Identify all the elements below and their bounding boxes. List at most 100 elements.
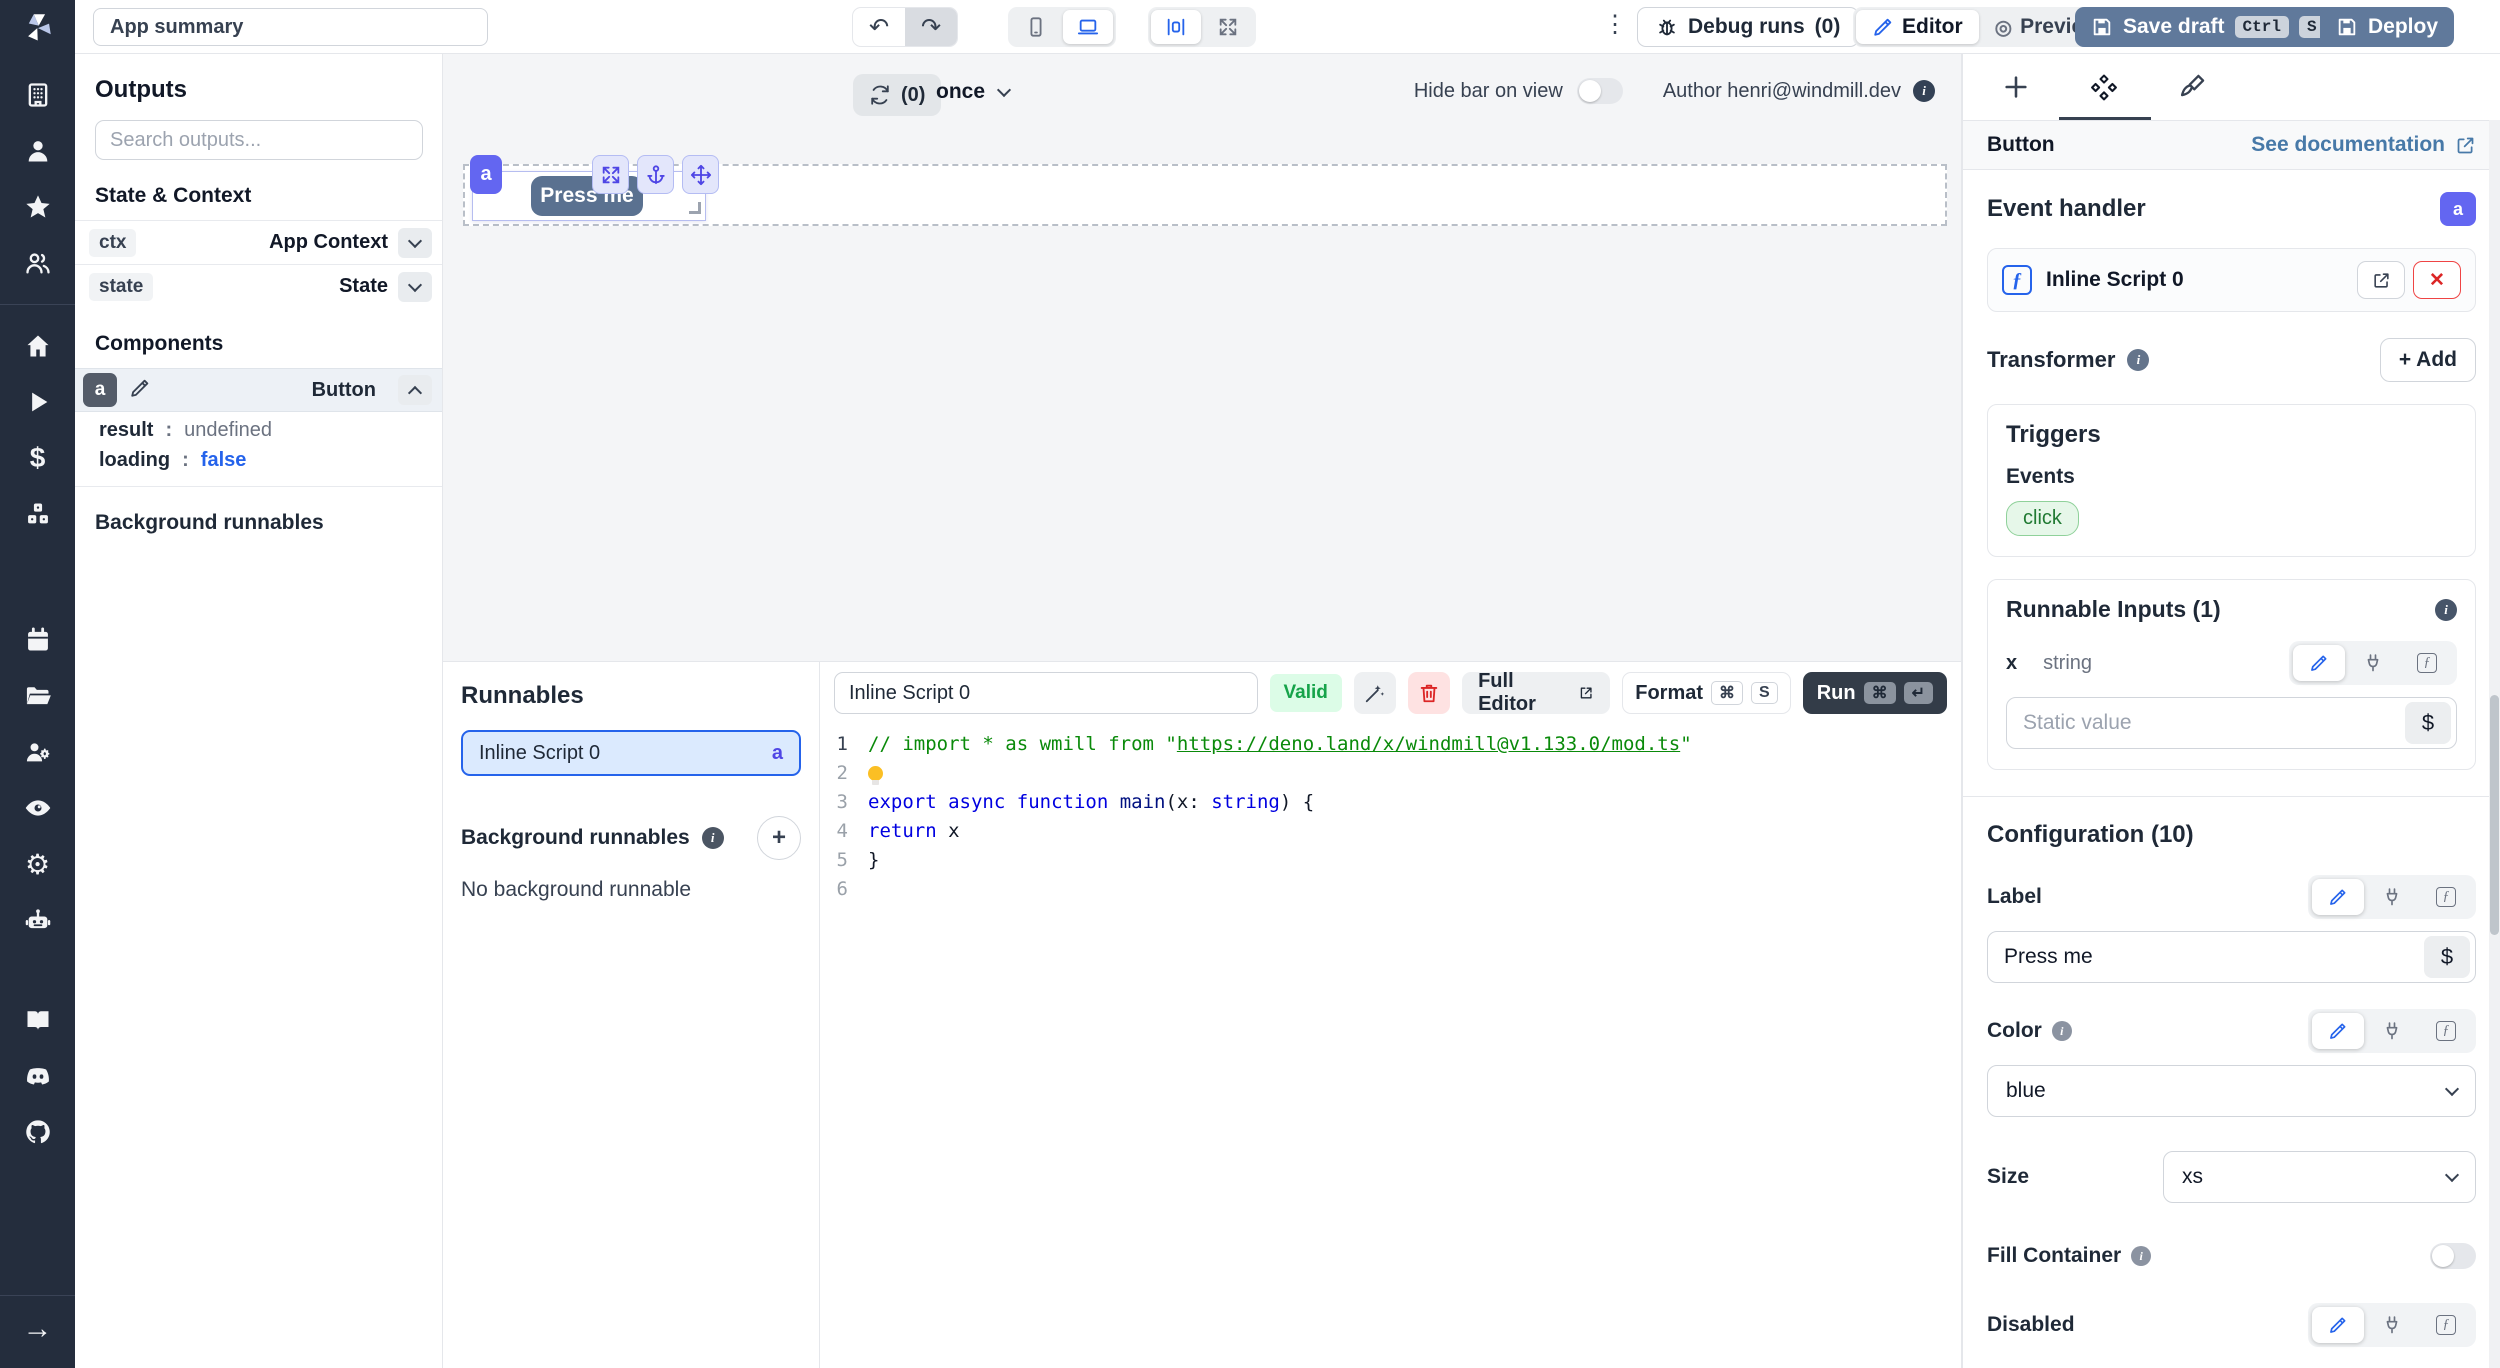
run-button[interactable]: Run ⌘ ↵ [1803,672,1947,714]
docs-book-icon[interactable] [23,1005,53,1035]
static-mode-button[interactable] [2312,1013,2364,1049]
eval-mode-button[interactable]: ƒ [2420,1013,2472,1049]
anchor-component-button[interactable] [637,155,674,194]
add-transformer-button[interactable]: + Add [2380,338,2476,382]
remove-script-button[interactable]: ✕ [2413,261,2461,299]
ai-robot-icon[interactable] [23,905,53,935]
size-setting-name: Size [1987,1165,2029,1189]
resources-boxes-icon[interactable] [23,499,53,529]
see-documentation-link[interactable]: See documentation [2251,133,2476,157]
template-dollar-button[interactable]: $ [2424,936,2470,978]
ctx-expand-button[interactable] [398,228,432,258]
static-mode-button[interactable] [2312,1307,2364,1343]
info-icon[interactable]: i [2131,1246,2151,1266]
schedules-calendar-icon[interactable] [23,625,53,655]
triggers-card: Triggers Events click [1987,404,2476,557]
static-mode-button[interactable] [2312,879,2364,915]
hide-bar-toggle[interactable] [1577,78,1623,104]
full-editor-button[interactable]: Full Editor [1462,672,1610,714]
workspace-icon[interactable] [23,80,53,110]
discord-icon[interactable] [23,1061,53,1091]
audit-eye-icon[interactable] [23,793,53,823]
component-a-row[interactable]: a Button [75,368,442,412]
mobile-view-button[interactable] [1011,10,1061,44]
info-icon[interactable]: i [2435,599,2457,621]
eval-mode-button[interactable]: ƒ [2420,1307,2472,1343]
groups-icon[interactable] [23,248,53,278]
add-background-runnable-button[interactable]: + [757,816,801,860]
settings-gear-icon[interactable]: ⚙ [23,849,53,879]
variables-dollar-icon[interactable]: $ [23,443,53,473]
debug-runs-button[interactable]: Debug runs(0) [1637,7,1859,47]
delete-script-button[interactable] [1408,672,1450,714]
app-canvas[interactable]: (0) once Hide bar on view Author henri@w… [443,54,1962,661]
component-settings-tab[interactable] [2089,72,2119,102]
search-outputs-input[interactable] [95,120,423,160]
info-icon[interactable]: i [2052,1021,2072,1041]
format-button[interactable]: Format ⌘ S [1622,672,1790,714]
app-summary-input[interactable] [93,8,488,46]
connect-mode-button[interactable] [2366,1307,2418,1343]
undo-button[interactable]: ↶ [853,7,905,47]
author-info-icon[interactable]: i [1913,80,1935,102]
workers-users-cog-icon[interactable] [23,737,53,767]
runs-play-icon[interactable] [23,387,53,417]
script-name-input[interactable] [834,672,1258,714]
recompute-mode-select[interactable]: once [936,80,1009,104]
input-mode-toggle: ƒ [2308,875,2476,919]
expand-component-button[interactable] [592,155,629,194]
eval-mode-button[interactable]: ƒ [2420,879,2472,915]
move-component-button[interactable] [682,155,719,194]
ctx-row[interactable]: ctx App Context [75,220,442,264]
state-row[interactable]: state State [75,264,442,308]
component-id-badge: a [470,155,502,194]
loading-row[interactable]: loading:false [75,442,442,472]
home-icon[interactable] [23,331,53,361]
fill-container-toggle[interactable] [2430,1243,2476,1269]
scrollbar-thumb[interactable] [2490,695,2499,935]
info-icon[interactable]: i [702,827,724,849]
favorites-star-icon[interactable] [23,192,53,222]
resize-handle[interactable] [689,202,701,214]
styling-tab[interactable] [2177,72,2207,102]
redo-button[interactable]: ↷ [905,7,957,47]
connect-mode-button[interactable] [2347,645,2399,681]
folders-icon[interactable] [23,681,53,711]
connect-mode-button[interactable] [2366,879,2418,915]
color-select[interactable]: blue [1987,1065,2476,1117]
size-setting: Size xs [1987,1151,2476,1203]
eval-mode-button[interactable]: ƒ [2401,645,2453,681]
inline-script-item[interactable]: Inline Script 0 a [461,730,801,776]
insert-component-tab[interactable] [2001,72,2031,102]
label-value-input[interactable] [2004,945,2424,969]
more-menu-icon[interactable]: ⋮ [1603,10,1627,39]
state-expand-button[interactable] [398,272,432,302]
edit-id-icon[interactable] [129,377,151,404]
fullwidth-layout-button[interactable] [1203,10,1253,44]
component-collapse-button[interactable] [398,375,432,405]
result-row[interactable]: result:undefined [75,412,442,442]
configuration-heading: Configuration (10) [1987,821,2476,849]
user-icon[interactable] [23,136,53,166]
save-draft-button[interactable]: Save draft Ctrl S [2075,7,2341,47]
editor-tab[interactable]: Editor [1856,10,1979,44]
open-script-button[interactable] [2357,261,2405,299]
center-layout-button[interactable] [1151,10,1201,44]
component-type-label: Button [1987,133,2055,157]
event-handler-script-card[interactable]: ƒ Inline Script 0 ✕ [1987,248,2476,312]
desktop-view-button[interactable] [1063,10,1113,44]
panel-scrollbar[interactable] [2489,120,2500,1368]
code-lines[interactable]: 1// import * as wmill from "https://deno… [820,730,1961,904]
static-mode-button[interactable] [2293,645,2345,681]
connect-mode-button[interactable] [2366,1013,2418,1049]
deploy-button[interactable]: Deploy [2320,7,2454,47]
github-icon[interactable] [23,1117,53,1147]
recompute-button[interactable]: (0) [853,74,941,116]
size-select[interactable]: xs [2163,1151,2476,1203]
static-value-input[interactable] [2023,711,2405,735]
collapse-arrow-icon[interactable]: → [23,1314,53,1344]
ai-wand-button[interactable] [1354,672,1396,714]
info-icon[interactable]: i [2127,349,2149,371]
template-dollar-button[interactable]: $ [2405,702,2451,744]
windmill-logo[interactable] [0,0,75,54]
